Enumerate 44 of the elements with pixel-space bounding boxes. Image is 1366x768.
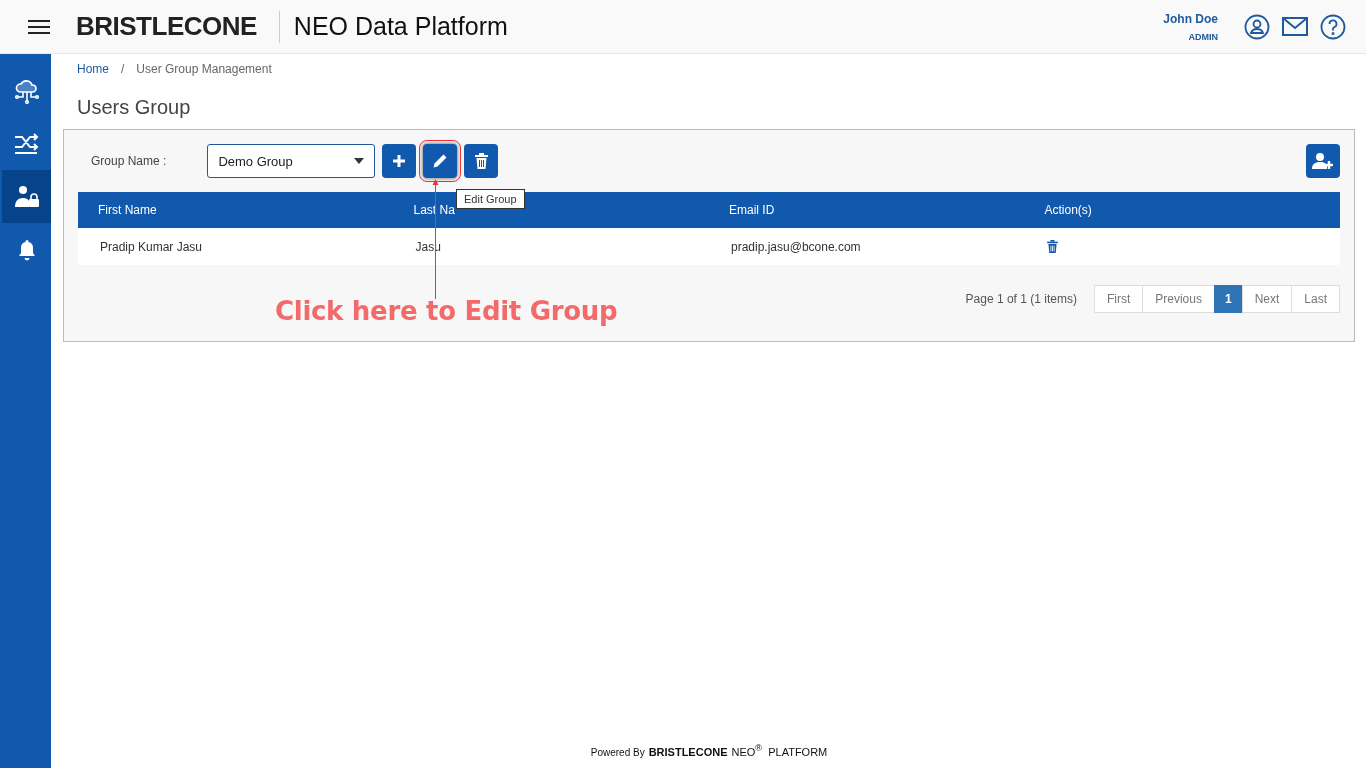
mail-icon[interactable] [1282,16,1308,37]
user-icon[interactable] [1244,13,1270,40]
page-summary: Page 1 of 1 (1 items) [965,292,1077,306]
footer-product: NEO$^{®}$ PLATFORM [731,743,828,758]
user-lock-icon [13,184,40,209]
page-button[interactable]: Last [1291,285,1340,313]
field-label: Group Name : [91,154,167,168]
bell-icon [17,238,36,261]
brand-logo: BRISTLECONE [76,11,257,42]
page-button[interactable]: First [1093,285,1144,313]
user-name: John Doe [1163,11,1218,26]
app-title: NEO Data Platform [293,12,508,41]
pencil-icon [432,153,449,169]
cloud-network-icon [13,77,40,104]
add-user-button[interactable] [1306,144,1340,178]
breadcrumb-current: User Group Management [136,62,272,76]
column-header: Action(s) [1024,192,1340,228]
user-role: ADMIN [1188,31,1218,42]
help-icon[interactable] [1320,13,1346,40]
column-header: Email ID [709,192,1025,228]
page-button[interactable]: Next [1241,285,1293,313]
tooltip: Edit Group [456,189,525,209]
page-button[interactable]: Previous [1142,285,1215,313]
column-header: First Name [78,192,394,228]
table-cell: Pradip Kumar Jasu [78,228,394,265]
sidebar-item[interactable] [2,170,51,223]
group-select[interactable]: Demo Group [207,144,376,178]
breadcrumb-link[interactable]: Home [77,62,109,76]
delete-group-button[interactable] [464,144,499,178]
page-button[interactable]: 1 [1213,285,1243,313]
plus-icon [392,154,407,168]
shuffle-icon [13,132,40,155]
trash-icon [474,153,488,169]
footer-logo: BRISTLECONE [648,746,728,758]
menu-icon[interactable] [28,18,50,35]
caret-icon [354,158,365,164]
annotation-text: Click here to Edit Group [275,296,618,326]
table-cell: pradip.jasu@bcone.com [709,228,1025,265]
footer-text: Powered By [590,747,645,758]
add-group-button[interactable] [382,144,417,178]
page-title: Users Group [77,96,192,119]
delete-icon[interactable] [1046,240,1058,253]
breadcrumb-separator: / [121,62,125,76]
add-user-icon [1312,152,1334,170]
